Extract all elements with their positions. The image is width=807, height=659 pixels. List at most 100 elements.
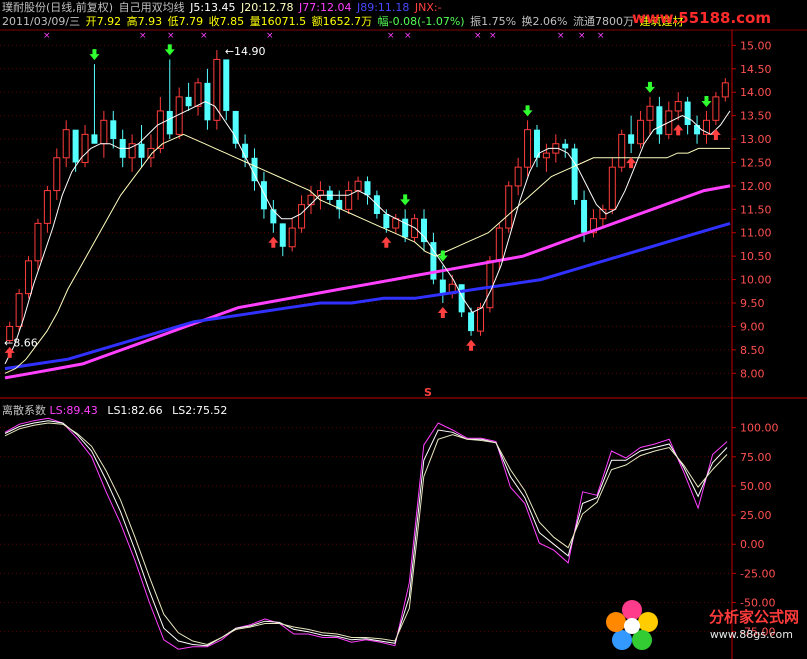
candle-body [486, 260, 494, 309]
candle-body [354, 180, 362, 192]
signal-marker-icon: × [474, 31, 482, 41]
candle-body [439, 279, 446, 294]
j20-value: J20:12.78 [241, 1, 294, 14]
osc-tick-label: 25.00 [740, 509, 772, 522]
signal-marker-icon: × [167, 31, 175, 41]
signal-marker-icon: × [387, 31, 395, 41]
ls-value: LS:89.43 [49, 404, 98, 417]
jnx-value: JNX:- [414, 1, 442, 14]
stock-name: 璞耐股份(日线,前复权) [2, 1, 114, 14]
candle-body [72, 129, 79, 163]
candle-body [62, 129, 70, 159]
candle-body [53, 157, 61, 192]
signal-marker-icon: × [266, 31, 274, 41]
candle-body [34, 222, 42, 262]
candle-body [694, 125, 701, 135]
candle-body [721, 82, 729, 98]
high-annotation: ←14.90 [225, 45, 266, 58]
candle-body [91, 134, 98, 144]
amount-value: 额1652.7万 [311, 15, 373, 28]
candle-body [468, 312, 475, 332]
signal-marker-icon: × [557, 31, 565, 41]
candle-body [138, 143, 145, 158]
amplitude-value: 振1.75% [470, 15, 517, 28]
candle-body [100, 119, 108, 145]
flower-logo-icon [606, 600, 658, 650]
candle-body [514, 166, 522, 187]
price-tick-label: 13.50 [740, 110, 772, 123]
candle-body [674, 101, 682, 112]
signal-marker-icon: × [43, 31, 51, 41]
price-tick-label: 9.00 [740, 320, 765, 333]
stock-chart[interactable]: 15.00 14.50 14.00 13.50 13.00 12.50 12.00 11.50… [0, 0, 807, 659]
price-tick-label: 12.00 [740, 180, 772, 193]
candle-body [81, 133, 89, 163]
buy-arrow-icon [673, 124, 684, 136]
candle-body [383, 214, 390, 229]
candle-body [15, 293, 23, 327]
turnover-value: 换2.06% [521, 15, 568, 28]
signal-marker-icon: × [200, 31, 208, 41]
ma-j89-line [4, 221, 731, 371]
candle-body [608, 166, 616, 210]
candle-body [524, 129, 532, 168]
candle-body [25, 260, 33, 295]
watermark-top: www.55188.com [631, 9, 771, 27]
candle-body [458, 284, 465, 313]
candle-body [185, 96, 192, 107]
osc-tick-label: 50.00 [740, 480, 772, 493]
sell-arrow-icon [522, 105, 533, 117]
candle-body [316, 190, 324, 196]
close-value: 收7.85 [208, 15, 245, 28]
watermark-url: www.88gs.com [709, 628, 793, 641]
price-tick-label: 12.50 [740, 156, 772, 169]
j77-value: J77:12.04 [299, 1, 352, 14]
price-panel: 15.00 14.50 14.00 13.50 13.00 12.50 12.00 11.50… [0, 29, 807, 659]
header-row-1: 璞耐股份(日线,前复权) 自己用双均线 J5:13.45 J20:12.78 J… [2, 1, 444, 14]
signal-marker-icon: × [578, 31, 586, 41]
volume-value: 量16071.5 [249, 15, 307, 28]
sell-arrow-icon [164, 44, 175, 56]
osc-tick-label: -25.00 [740, 567, 775, 580]
candle-body [684, 101, 691, 125]
j89-value: J89:11.18 [356, 1, 410, 14]
candle-body [147, 147, 155, 159]
candle-body [646, 105, 654, 121]
candle-body [656, 106, 663, 135]
indicator-name: 自己用双均线 [118, 1, 185, 14]
osc-tick-label: 0.00 [740, 538, 765, 551]
candle-body [270, 209, 277, 224]
candle-body [298, 204, 306, 229]
candle-body [288, 227, 296, 248]
price-tick-label: 9.50 [740, 297, 765, 310]
candle-body [279, 223, 286, 247]
candle-body [110, 120, 117, 140]
candle-body [156, 110, 164, 149]
sell-arrow-icon [437, 250, 448, 262]
open-value: 开7.92 [85, 15, 122, 28]
candle-body [43, 190, 51, 224]
candle-body [251, 157, 258, 182]
buy-arrow-icon [437, 307, 448, 318]
osc-tick-label: 100.00 [740, 422, 779, 435]
candle-body [194, 82, 202, 107]
candle-body [495, 227, 503, 262]
low-value: 低7.79 [167, 15, 204, 28]
price-tick-label: 14.50 [740, 63, 772, 76]
candle-body [712, 96, 720, 121]
oscillator-panel: 100.0075.0050.0025.000.00-25.00-50.00-75… [0, 417, 779, 650]
candle-body [542, 152, 550, 159]
price-tick-label: 8.50 [740, 344, 765, 357]
candle-body [562, 143, 569, 149]
oscillator-name: 离散系数 [2, 404, 46, 417]
ls1-value: LS1:82.66 [107, 404, 163, 417]
oscillator-header: 离散系数 LS:89.43 LS1:82.66 LS2:75.52 [2, 402, 227, 418]
sell-arrow-icon [701, 95, 712, 107]
price-tick-label: 8.00 [740, 367, 765, 380]
candle-body [223, 59, 230, 111]
buy-arrow-icon [466, 339, 477, 351]
header-row-2: 2011/03/09/三 开7.92 高7.93 低7.79 收7.85 量16… [2, 15, 685, 28]
candle-body [637, 119, 645, 145]
sell-arrow-icon [400, 194, 411, 206]
osc-tick-label: 75.00 [740, 451, 772, 464]
